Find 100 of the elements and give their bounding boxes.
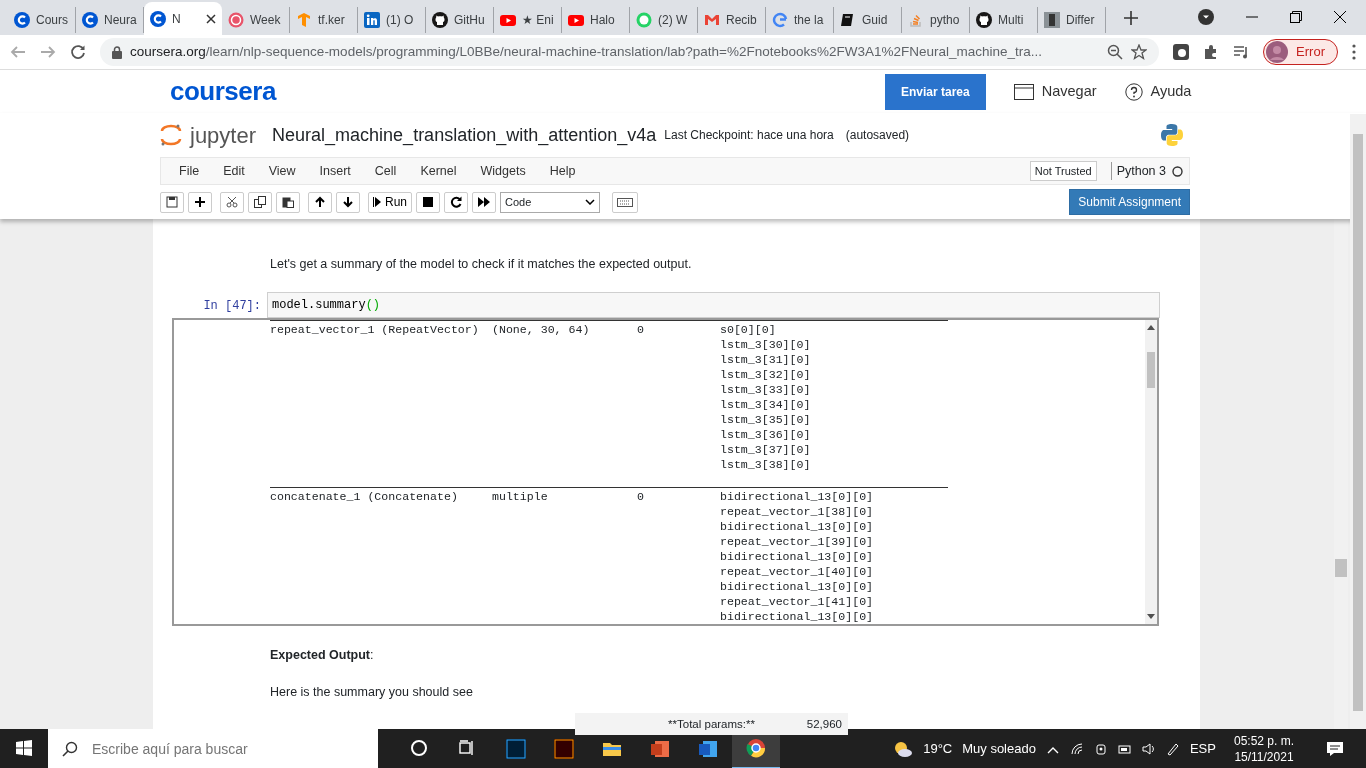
browser-tab[interactable]: GitHu (426, 7, 494, 33)
add-cell-button[interactable] (188, 191, 212, 213)
zoom-icon[interactable] (1107, 44, 1124, 60)
menu-item[interactable]: View (256, 161, 308, 181)
notification-icon[interactable] (1326, 741, 1344, 757)
menu-item[interactable]: Help (537, 161, 588, 181)
scrollbar-thumb[interactable] (1353, 134, 1363, 711)
step-forward-icon (373, 197, 381, 207)
notebook-name[interactable]: Neural_machine_translation_with_attention_v4a (272, 121, 657, 149)
media-list-icon[interactable] (1233, 44, 1250, 60)
connected-layer: lstm_3[36][0] (720, 426, 812, 442)
move-up-button[interactable] (308, 191, 332, 213)
slides-app-icon[interactable] (650, 739, 670, 759)
cell-type-dropdown[interactable]: Code (500, 191, 600, 213)
pen-icon[interactable] (1165, 742, 1180, 756)
more-menu-icon[interactable] (1352, 44, 1356, 60)
jupyter-wordmark[interactable]: jupyter (190, 118, 257, 152)
connected-layer: lstm_3[32][0] (720, 366, 812, 382)
browser-tab[interactable]: the la (766, 7, 834, 33)
clock-time[interactable]: 05:52 p. m. (1233, 733, 1294, 749)
doc-app-icon[interactable] (698, 739, 718, 759)
profile-button[interactable]: Error (1263, 39, 1338, 65)
browser-tab[interactable]: Guid (834, 7, 902, 33)
browser-tab[interactable]: Halo (562, 7, 630, 33)
scrollbar[interactable] (1145, 319, 1157, 624)
browser-tab[interactable]: Neura (76, 7, 144, 33)
browser-tab[interactable]: Cours (8, 7, 76, 33)
paste-button[interactable] (276, 191, 300, 213)
reload-icon[interactable] (70, 44, 86, 60)
tab-search-icon[interactable] (1198, 9, 1214, 25)
add-cell-icon (194, 196, 206, 208)
wifi-icon[interactable] (1069, 742, 1084, 756)
code-cell[interactable]: model.summary() (267, 291, 1160, 318)
menu-item[interactable]: File (167, 161, 212, 181)
scrollbar-thumb[interactable] (1147, 351, 1155, 388)
tf-icon (296, 12, 312, 28)
sun-cloud-icon (893, 740, 914, 758)
copy-button[interactable] (248, 191, 272, 213)
table-cell-text: **Total params:** (667, 716, 755, 732)
close-icon[interactable] (206, 13, 216, 24)
menu-item[interactable]: Edit (211, 161, 257, 181)
speaker-icon[interactable] (1141, 742, 1156, 756)
move-down-button[interactable] (336, 191, 360, 213)
stop-button[interactable] (416, 191, 440, 213)
browser-tab[interactable]: (2) W (630, 7, 698, 33)
run-button[interactable]: Run (368, 191, 412, 213)
language-indicator[interactable]: ESP (1189, 739, 1216, 759)
scrollbar-thumb[interactable] (1335, 559, 1347, 577)
fast-forward-icon (478, 196, 490, 208)
nav-link[interactable]: Navegar (1013, 80, 1097, 103)
browser-tab[interactable]: ★ Eni (494, 7, 562, 33)
cut-button[interactable] (220, 191, 244, 213)
browser-tab[interactable]: Differ (1038, 7, 1106, 33)
weather-text[interactable]: Muy soleado (962, 739, 1036, 759)
ps-app-icon[interactable] (506, 739, 526, 759)
markdown-text: Here is the summary you should see (269, 683, 474, 701)
chat-bubble-icon (636, 12, 652, 28)
battery-icon[interactable] (1117, 742, 1132, 756)
restart-button[interactable] (444, 191, 468, 213)
restore-icon[interactable] (1290, 11, 1302, 23)
connected-layer: bidirectional_13[0][0] (720, 488, 875, 504)
window-icon (1013, 83, 1034, 100)
trust-indicator[interactable]: Not Trusted (1029, 160, 1097, 182)
browser-app-icon[interactable] (746, 738, 766, 758)
save-button[interactable] (160, 191, 184, 213)
extension-badge-icon[interactable] (1173, 44, 1190, 60)
kernel-name[interactable]: Python 3 (1110, 161, 1166, 181)
camera-icon[interactable] (1093, 742, 1108, 756)
menu-item[interactable]: Cell (362, 161, 409, 181)
nav-link[interactable]: Ayuda (1124, 80, 1192, 103)
scroll-down-icon (1147, 613, 1155, 619)
windows-start-icon[interactable] (16, 740, 32, 756)
new-tab-icon[interactable] (1124, 11, 1138, 25)
close-icon[interactable] (1334, 11, 1346, 23)
browser-tab[interactable]: Recib (698, 7, 766, 33)
menu-item[interactable]: Widgets (468, 161, 538, 181)
menu-item[interactable]: Kernel (408, 161, 469, 181)
submit-button[interactable]: Enviar tarea (885, 73, 986, 110)
temperature-text[interactable]: 19°C (923, 739, 953, 759)
browser-tab[interactable]: N (144, 2, 222, 35)
connected-layer: bidirectional_13[0][0] (720, 578, 875, 594)
help-icon (1124, 82, 1143, 101)
star-icon[interactable] (1131, 44, 1148, 60)
search-icon (62, 741, 78, 757)
browser-tab[interactable]: tf.ker (290, 7, 358, 33)
browser-tab[interactable]: pytho (902, 7, 970, 33)
menu-item[interactable]: Insert (307, 161, 363, 181)
rings-icon (228, 12, 244, 28)
browser-tab[interactable]: Multi (970, 7, 1038, 33)
browser-tab[interactable]: Week (222, 7, 290, 33)
browser-tab[interactable]: (1) O (358, 7, 426, 33)
submit-assignment-button[interactable]: Submit Assignment (1069, 189, 1190, 215)
stack-icon (908, 12, 924, 28)
fast-forward-button[interactable] (472, 191, 496, 213)
address-bar[interactable]: coursera.org/learn/nlp-sequence-models/programming/L0BBe/neural-machine-translation/lab?path=%2Fnotebooks%2FW3A1%2FNeural_machine_tra... (100, 38, 1160, 66)
coursera-logo[interactable]: coursera (170, 72, 885, 111)
clock-date[interactable]: 15/11/2021 (1233, 749, 1294, 765)
keyboard-button[interactable] (612, 191, 638, 213)
cortana-icon[interactable] (410, 739, 430, 759)
ai-app-icon[interactable] (554, 739, 574, 759)
